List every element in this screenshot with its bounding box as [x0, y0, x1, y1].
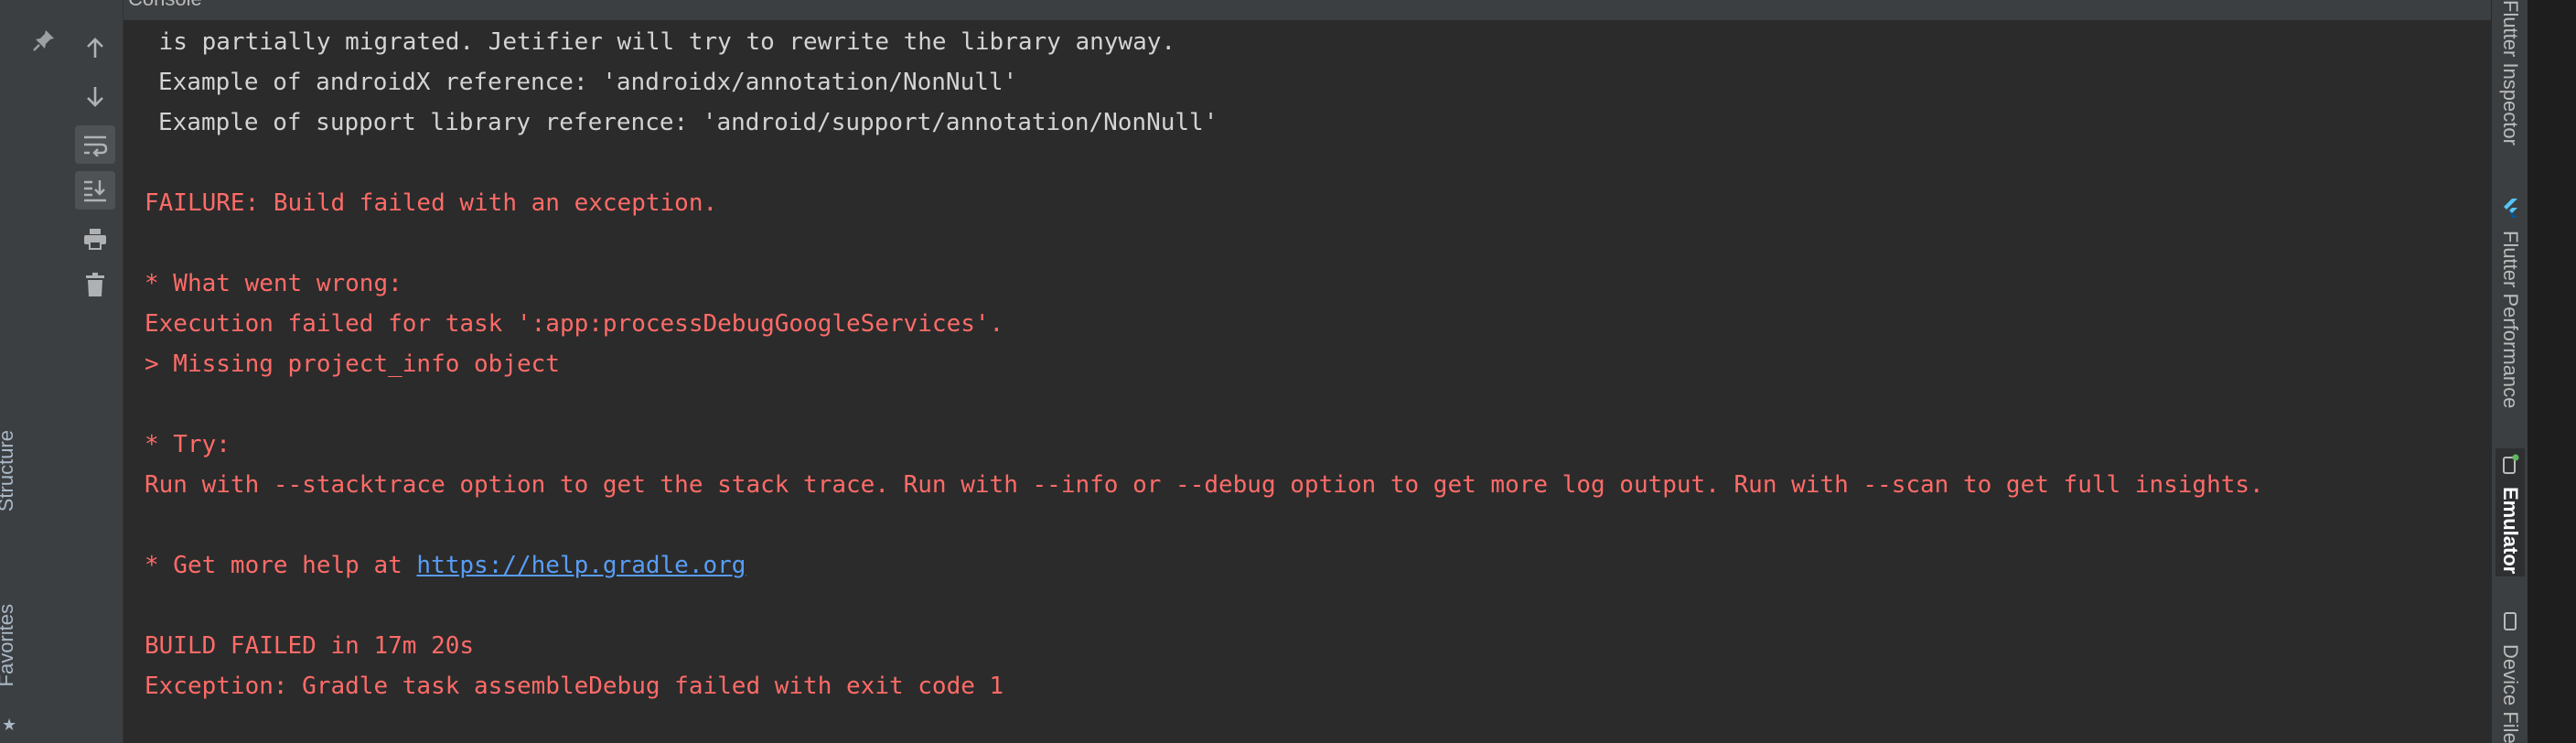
- arrow-up-icon: [87, 38, 103, 58]
- console-line: is partially migrated. Jetifier will try…: [145, 28, 1176, 56]
- soft-wrap-icon: [84, 135, 108, 156]
- scroll-down-button[interactable]: [75, 77, 115, 115]
- flutter-performance-tab[interactable]: Flutter Performance: [2496, 198, 2525, 408]
- device-file-label: Device File: [2499, 644, 2522, 743]
- ide-window: Structure Favorites ★ Console: [0, 0, 2576, 743]
- run-with-line: Run with --stacktrace option to get the …: [145, 471, 2264, 499]
- gradle-help-link[interactable]: https://help.gradle.org: [416, 552, 746, 579]
- soft-wrap-button[interactable]: [75, 125, 115, 164]
- tab-console[interactable]: Console: [128, 0, 202, 11]
- pin-tab-icon[interactable]: [31, 27, 57, 57]
- try-line: * Try:: [145, 431, 231, 458]
- console-output[interactable]: is partially migrated. Jetifier will try…: [123, 20, 2491, 743]
- print-button[interactable]: [75, 220, 115, 258]
- arrow-down-icon: [87, 87, 103, 107]
- right-tool-strip: Flutter Inspector Flutter Performance Em…: [2491, 0, 2528, 743]
- console-tab-bar: Console: [68, 0, 2492, 21]
- clear-all-button[interactable]: [75, 265, 115, 304]
- pin-column: [20, 0, 69, 743]
- console-line: Example of androidX reference: 'androidx…: [158, 69, 1018, 96]
- emulator-tab[interactable]: Emulator: [2496, 448, 2525, 576]
- desktop-background: [2528, 0, 2576, 743]
- help-line: * Get more help at https://help.gradle.o…: [145, 549, 746, 582]
- scroll-to-end-icon: [84, 180, 106, 202]
- missing-object-line: > Missing project_info object: [145, 350, 560, 378]
- emulator-icon: [2501, 454, 2519, 478]
- help-line-prefix: * Get more help at: [145, 552, 417, 579]
- structure-tab[interactable]: Structure: [0, 430, 18, 511]
- print-icon: [84, 229, 106, 250]
- console-line: Example of support library reference: 'a…: [158, 109, 1218, 136]
- exception-line: Exception: Gradle task assembleDebug fai…: [145, 673, 1004, 700]
- emulator-label: Emulator: [2499, 487, 2522, 575]
- device-file-tab[interactable]: Device File: [2496, 611, 2525, 743]
- console-toolbar: [68, 0, 123, 743]
- failure-line: FAILURE: Build failed with an exception.: [145, 189, 718, 217]
- scroll-to-end-button[interactable]: [75, 171, 115, 210]
- flutter-performance-label: Flutter Performance: [2499, 231, 2522, 409]
- flutter-icon: [2501, 198, 2519, 221]
- left-tool-strip: Structure Favorites ★: [0, 0, 21, 743]
- favorites-star-icon: ★: [2, 716, 17, 735]
- trash-icon: [86, 273, 104, 296]
- favorites-tab[interactable]: Favorites: [0, 604, 18, 686]
- what-went-wrong-line: * What went wrong:: [145, 270, 402, 297]
- flutter-inspector-tab[interactable]: Flutter Inspector: [2496, 0, 2525, 145]
- execution-failed-line: Execution failed for task ':app:processD…: [145, 310, 1004, 338]
- device-icon: [2501, 611, 2519, 635]
- flutter-inspector-label: Flutter Inspector: [2499, 0, 2522, 145]
- build-failed-line: BUILD FAILED in 17m 20s: [145, 632, 475, 660]
- scroll-up-button[interactable]: [75, 29, 115, 68]
